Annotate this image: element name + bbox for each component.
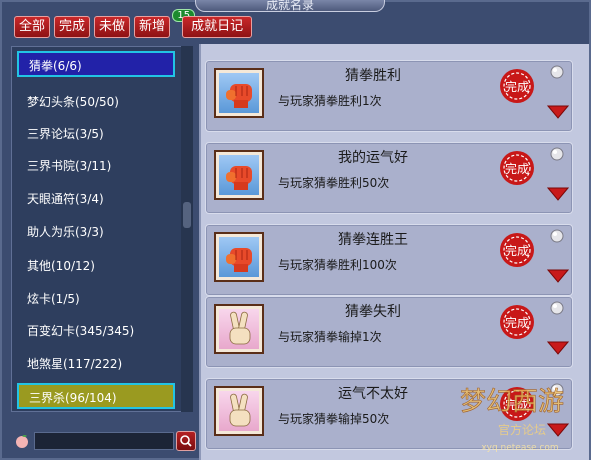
achievement-title: 猜拳连胜王 — [338, 232, 408, 248]
achievement-icon-frame — [214, 150, 264, 200]
victory-hand-icon — [229, 311, 251, 345]
svg-text:完成: 完成 — [505, 397, 529, 412]
category-item[interactable]: 其他(10/12) — [17, 253, 175, 279]
search-button[interactable] — [176, 431, 196, 451]
category-scrollbar[interactable] — [181, 46, 193, 412]
achievement-icon-frame — [214, 232, 264, 282]
achievement-list: 猜拳胜利 与玩家猜拳胜利1次 完成 我的运气好 与玩家猜拳胜利50次 完成 猜拳… — [199, 44, 589, 460]
achievement-desc: 与玩家猜拳输掉1次 — [278, 330, 382, 344]
expand-arrow-icon[interactable] — [547, 105, 569, 119]
expand-arrow-icon[interactable] — [547, 269, 569, 283]
completed-seal-icon: 完成 — [500, 151, 534, 185]
pearl-icon — [550, 65, 564, 79]
category-list: 猜拳(6/6) 梦幻头条(50/50) 三界论坛(3/5) 三界书院(3/11)… — [11, 46, 183, 412]
achievement-title: 猜拳胜利 — [345, 68, 401, 84]
achievement-desc: 与玩家猜拳胜利50次 — [278, 176, 390, 190]
completed-seal-icon: 完成 — [500, 305, 534, 339]
category-item[interactable]: 三界书院(3/11) — [17, 153, 175, 179]
fist-icon — [226, 166, 252, 190]
fist-icon — [226, 248, 252, 272]
achievement-title: 猜拳失利 — [345, 304, 401, 320]
peach-icon — [16, 435, 28, 448]
category-item[interactable]: 百变幻卡(345/345) — [17, 318, 175, 344]
svg-text:完成: 完成 — [505, 315, 529, 330]
achievement-card[interactable]: 我的运气好 与玩家猜拳胜利50次 完成 — [205, 142, 573, 214]
achievement-card[interactable]: 猜拳胜利 与玩家猜拳胜利1次 完成 — [205, 60, 573, 132]
completed-seal-icon: 完成 — [500, 69, 534, 103]
expand-arrow-icon[interactable] — [547, 187, 569, 201]
window-title: 成就名录 — [195, 0, 385, 12]
filter-done-button[interactable]: 完成 — [54, 16, 91, 38]
pearl-icon — [550, 301, 564, 315]
achievement-title: 我的运气好 — [338, 150, 408, 166]
achievement-icon-frame — [214, 68, 264, 118]
filter-toolbar: 全部 完成 未做 新增 15 成就日记 — [14, 9, 253, 42]
search-icon — [180, 435, 192, 447]
achievement-card[interactable]: 运气不太好 与玩家猜拳输掉50次 完成 — [205, 378, 573, 450]
svg-text:完成: 完成 — [505, 79, 529, 94]
achievement-card[interactable]: 猜拳连胜王 与玩家猜拳胜利100次 完成 — [205, 224, 573, 296]
filter-new-label: 新增 — [139, 19, 166, 34]
expand-arrow-icon[interactable] — [547, 423, 569, 437]
achievement-diary-button[interactable]: 成就日记 — [182, 16, 253, 38]
category-item[interactable]: 猜拳(6/6) — [17, 51, 175, 77]
achievement-icon-frame — [214, 304, 264, 354]
category-item[interactable]: 天眼通符(3/4) — [17, 186, 175, 212]
category-item[interactable]: 助人为乐(3/3) — [17, 219, 175, 245]
filter-new-button[interactable]: 新增 15 — [134, 9, 196, 38]
svg-text:完成: 完成 — [505, 243, 529, 258]
category-item[interactable]: 梦幻头条(50/50) — [17, 89, 175, 115]
victory-hand-icon — [229, 393, 251, 427]
completed-seal-icon: 完成 — [500, 233, 534, 267]
category-item[interactable]: 地煞星(117/222) — [17, 351, 175, 377]
completed-seal-icon: 完成 — [500, 387, 534, 421]
expand-arrow-icon[interactable] — [547, 341, 569, 355]
pearl-icon — [550, 147, 564, 161]
pearl-icon — [550, 383, 564, 397]
search-bar — [12, 430, 196, 452]
search-input[interactable] — [34, 432, 174, 450]
filter-undone-button[interactable]: 未做 — [94, 16, 131, 38]
achievement-title: 运气不太好 — [338, 386, 408, 402]
pearl-icon — [550, 229, 564, 243]
filter-all-button[interactable]: 全部 — [14, 16, 51, 38]
category-scroll-thumb[interactable] — [183, 202, 191, 228]
achievement-desc: 与玩家猜拳输掉50次 — [278, 412, 390, 426]
fist-icon — [226, 84, 252, 108]
achievement-desc: 与玩家猜拳胜利1次 — [278, 94, 382, 108]
category-item[interactable]: 三界论坛(3/5) — [17, 121, 175, 147]
achievement-desc: 与玩家猜拳胜利100次 — [278, 258, 397, 272]
achievement-icon-frame — [214, 386, 264, 436]
category-item[interactable]: 炫卡(1/5) — [17, 286, 175, 312]
achievement-card[interactable]: 猜拳失利 与玩家猜拳输掉1次 完成 — [205, 296, 573, 368]
category-item[interactable]: 三界杀(96/104) — [17, 383, 175, 409]
svg-text:完成: 完成 — [505, 161, 529, 176]
